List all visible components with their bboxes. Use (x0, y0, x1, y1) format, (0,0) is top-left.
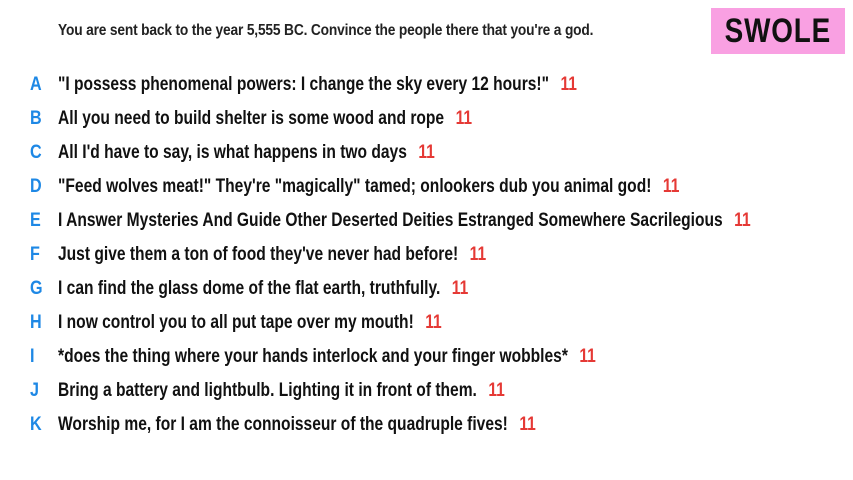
answer-text: "Feed wolves meat!" They're "magically" … (58, 176, 652, 197)
team-badge: SWOLE (711, 8, 845, 54)
team-badge-label: SWOLE (724, 11, 832, 50)
answer-text: I can find the glass dome of the flat ea… (58, 278, 441, 299)
answer-letter: H (30, 312, 42, 333)
answer-score: 11 (734, 210, 751, 231)
answer-text: *does the thing where your hands interlo… (58, 346, 568, 367)
answer-score: 11 (560, 74, 577, 95)
answer-text: All you need to build shelter is some wo… (58, 108, 445, 129)
answer-score: 11 (425, 312, 442, 333)
answer-letter: K (30, 414, 42, 435)
answer-score: 11 (662, 176, 680, 197)
answer-text: All I'd have to say, is what happens in … (58, 142, 407, 163)
answer-text: Worship me, for I am the connoisseur of … (58, 414, 508, 435)
answer-text: I Answer Mysteries And Guide Other Deser… (58, 210, 723, 231)
answer-letter: D (30, 176, 42, 197)
answer-letter: G (30, 278, 43, 299)
answer-score: 11 (579, 346, 596, 367)
answer-score: 11 (451, 278, 469, 299)
answer-score: 11 (418, 142, 435, 163)
answer-letter: C (30, 142, 42, 163)
answer-score: 11 (519, 414, 536, 435)
answer-letter: A (30, 74, 42, 95)
answer-letter: E (30, 210, 41, 231)
answer-text: I now control you to all put tape over m… (58, 312, 414, 333)
answer-letter: I (30, 346, 35, 367)
answer-score: 11 (469, 244, 487, 265)
answer-letter: B (30, 108, 42, 129)
answer-score: 11 (455, 108, 473, 129)
answer-letter: J (30, 380, 39, 401)
answer-letter: F (30, 244, 40, 265)
answer-text: Bring a battery and lightbulb. Lighting … (58, 380, 477, 401)
prompt-text: You are sent back to the year 5,555 BC. … (58, 22, 594, 39)
answer-score: 11 (488, 380, 505, 401)
answer-text: Just give them a ton of food they've nev… (58, 244, 459, 265)
answer-text: "I possess phenomenal powers: I change t… (58, 74, 550, 95)
